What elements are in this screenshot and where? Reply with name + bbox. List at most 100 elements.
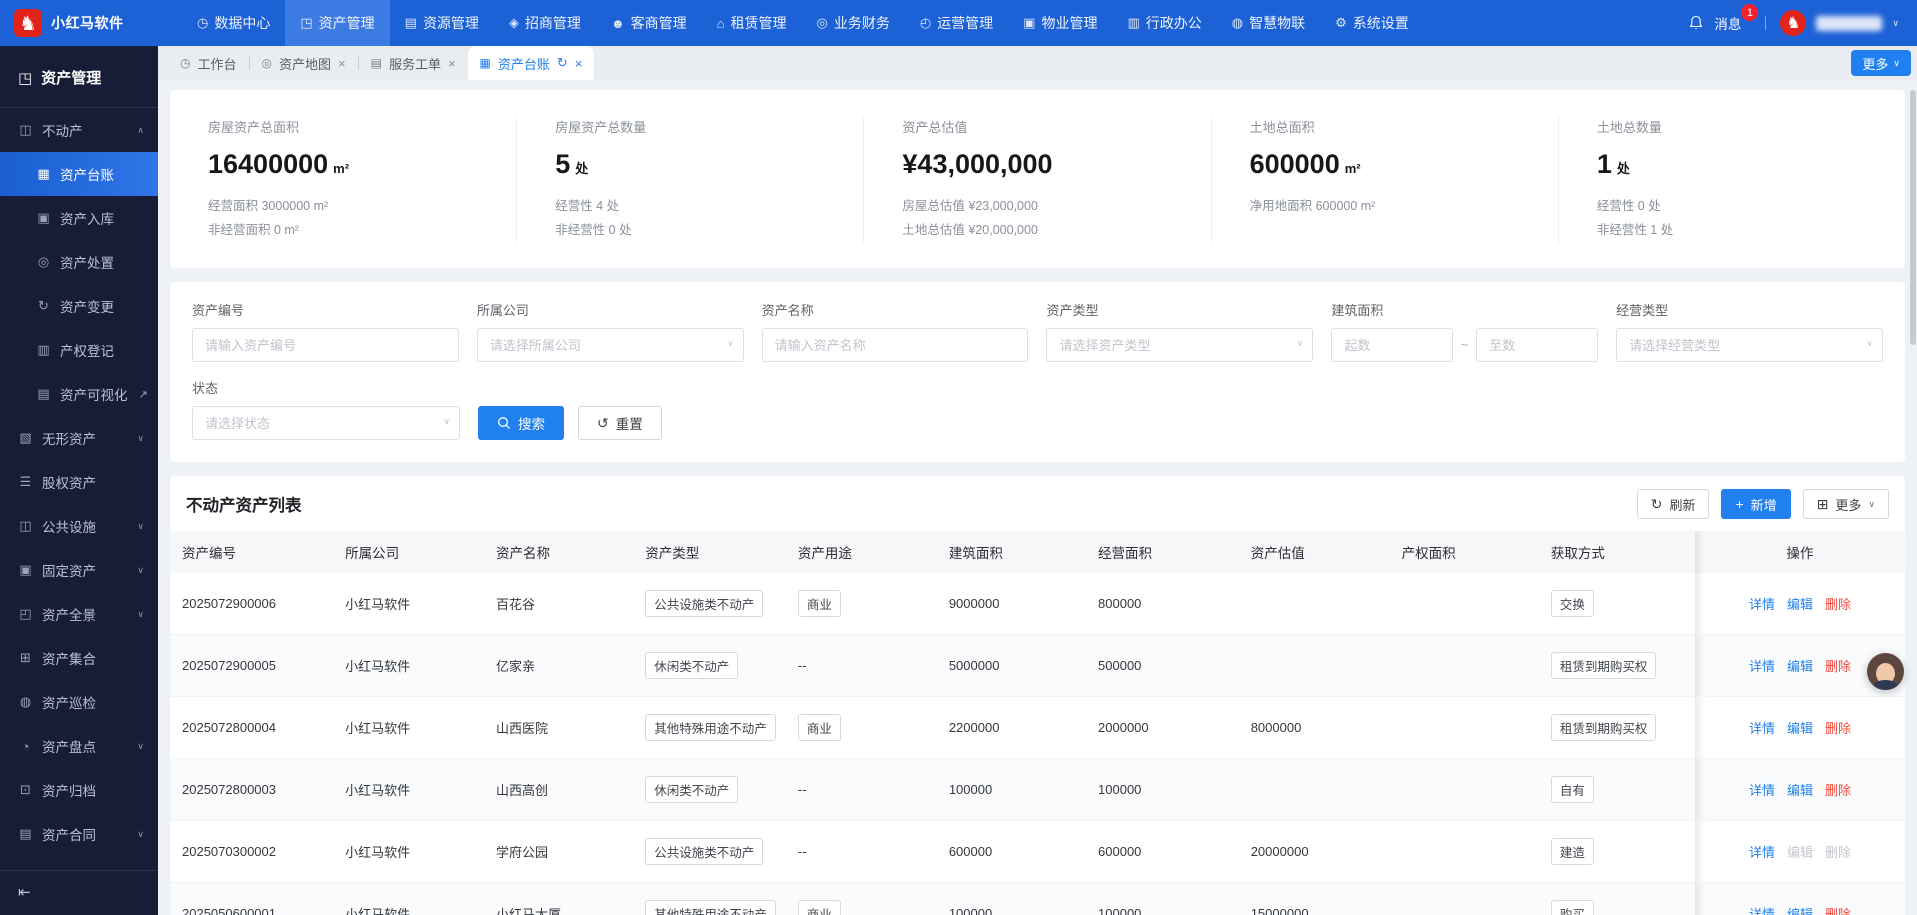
detail-link[interactable]: 详情 — [1749, 907, 1775, 915]
user-menu-caret-icon[interactable]: ∨ — [1892, 18, 1899, 29]
navbar-divider — [1765, 16, 1766, 30]
operation-type-select[interactable] — [1616, 328, 1883, 362]
detail-link[interactable]: 详情 — [1749, 597, 1775, 612]
sidebar-item-fixed-assets[interactable]: ▣固定资产∨ — [0, 548, 158, 592]
edit-link[interactable]: 编辑 — [1787, 659, 1813, 674]
table-row: 2025072800004 小红马软件 山西医院 其他特殊用途不动产 商业 22… — [170, 697, 1905, 759]
asset-type-select[interactable] — [1046, 328, 1313, 362]
edit-link[interactable]: 编辑 — [1787, 597, 1813, 612]
nav-item-system-settings[interactable]: ⚙系统设置 — [1320, 0, 1424, 46]
asset-name-input[interactable] — [762, 328, 1029, 362]
edit-link[interactable]: 编辑 — [1787, 783, 1813, 798]
sidebar-item-public-facilities[interactable]: ◫公共设施∨ — [0, 504, 158, 548]
edit-link[interactable]: 编辑 — [1787, 907, 1813, 915]
vertical-scrollbar-thumb[interactable] — [1910, 90, 1916, 345]
col-actions: 操作 — [1695, 531, 1905, 573]
messages-link[interactable]: 消息 1 — [1714, 13, 1751, 33]
asset-no-input[interactable] — [192, 328, 459, 362]
close-icon[interactable]: × — [575, 56, 583, 71]
nav-item-smart-iot[interactable]: ◍智慧物联 — [1217, 0, 1320, 46]
stat-card-house-count: 房屋资产总数量 5处 经营性 4 处非经营性 0 处 — [516, 117, 863, 243]
building-area-to-input[interactable] — [1476, 328, 1598, 362]
add-button[interactable]: +新增 — [1721, 489, 1790, 519]
sidebar-item-asset-archive[interactable]: ⊡资产归档 — [0, 768, 158, 812]
building-area-from-input[interactable] — [1331, 328, 1453, 362]
nav-item-merchant-management[interactable]: ☻客商管理 — [596, 0, 702, 46]
tab-service-order[interactable]: ▤服务工单× — [359, 46, 468, 80]
refresh-button[interactable]: ↻刷新 — [1637, 489, 1710, 519]
delete-link[interactable]: 删除 — [1825, 783, 1851, 798]
customer-service-avatar[interactable] — [1867, 653, 1904, 690]
sidebar-item-asset-visualization[interactable]: ▤资产可视化↗ — [0, 372, 158, 416]
close-icon[interactable]: × — [338, 56, 346, 71]
col-operating-area: 经营面积 — [1086, 531, 1239, 573]
detail-link[interactable]: 详情 — [1749, 783, 1775, 798]
sidebar-collapse-icon[interactable]: ⇤ — [0, 871, 158, 915]
status-select[interactable] — [192, 406, 460, 440]
sidebar-item-property-registration[interactable]: ▥产权登记 — [0, 328, 158, 372]
nav-item-lease-management[interactable]: ⌂租赁管理 — [702, 0, 802, 46]
nav-item-resource-management[interactable]: ▤资源管理 — [390, 0, 494, 46]
stat-value: 5处 — [555, 149, 825, 180]
grid-icon: ⊞ — [1817, 497, 1829, 511]
sidebar-item-asset-collection[interactable]: ⊞资产集合 — [0, 636, 158, 680]
detail-link[interactable]: 详情 — [1749, 845, 1775, 860]
delete-link[interactable]: 删除 — [1825, 845, 1851, 860]
sidebar-item-equity-assets[interactable]: ☰股权资产 — [0, 460, 158, 504]
sidebar-item-asset-ledger[interactable]: ▦资产台账 — [0, 152, 158, 196]
tabs-more-button[interactable]: 更多∨ — [1851, 50, 1911, 76]
data-center-icon: ◷ — [197, 15, 208, 31]
table-row: 2025072900005 小红马软件 亿家亲 休闲类不动产 -- 500000… — [170, 635, 1905, 697]
bell-icon[interactable] — [1688, 15, 1704, 31]
top-navbar: ♞ 小红马软件 ◷数据中心 ◳资产管理 ▤资源管理 ◈招商管理 ☻客商管理 ⌂租… — [0, 0, 1917, 46]
search-button[interactable]: 搜索 — [478, 406, 564, 440]
delete-link[interactable]: 删除 — [1825, 597, 1851, 612]
nav-item-property-management[interactable]: ▣物业管理 — [1008, 0, 1112, 46]
vertical-scrollbar[interactable] — [1909, 46, 1917, 915]
brand-name: 小红马软件 — [51, 13, 124, 33]
refresh-icon[interactable]: ↻ — [557, 55, 568, 71]
sidebar-item-asset-stocktake[interactable]: ◔资产盘点∨ — [0, 724, 158, 768]
user-avatar[interactable]: ♞ — [1780, 10, 1806, 36]
tab-workbench[interactable]: ◷工作台 — [168, 46, 249, 80]
nav-item-asset-management[interactable]: ◳资产管理 — [285, 0, 389, 46]
stat-label: 房屋资产总数量 — [555, 117, 825, 136]
tab-asset-ledger[interactable]: ▦资产台账↻× — [468, 46, 595, 80]
detail-link[interactable]: 详情 — [1749, 659, 1775, 674]
close-icon[interactable]: × — [448, 56, 456, 71]
nav-item-operation-management[interactable]: ◴运营管理 — [905, 0, 1008, 46]
stat-card-land-count: 土地总数量 1处 经营性 0 处非经营性 1 处 — [1558, 117, 1905, 243]
sidebar-item-intangible-assets[interactable]: ▧无形资产∨ — [0, 416, 158, 460]
field-asset-no: 资产编号 — [192, 300, 459, 362]
sidebar-item-asset-inspection[interactable]: ◍资产巡检 — [0, 680, 158, 724]
inspection-icon: ◍ — [18, 694, 33, 710]
brand-area: ♞ 小红马软件 — [0, 9, 158, 37]
nav-item-investment-management[interactable]: ◈招商管理 — [494, 0, 596, 46]
chevron-down-icon: ∨ — [1868, 499, 1875, 510]
company-select[interactable] — [477, 328, 744, 362]
ledger-icon: ▦ — [36, 166, 51, 182]
sidebar-item-asset-change[interactable]: ↻资产变更 — [0, 284, 158, 328]
delete-link[interactable]: 删除 — [1825, 907, 1851, 915]
nav-item-admin-office[interactable]: ▥行政办公 — [1112, 0, 1216, 46]
delete-link[interactable]: 删除 — [1825, 659, 1851, 674]
operation-management-icon: ◴ — [920, 15, 931, 31]
delete-link[interactable]: 删除 — [1825, 721, 1851, 736]
edit-link[interactable]: 编辑 — [1787, 721, 1813, 736]
nav-item-business-finance[interactable]: ◎业务财务 — [801, 0, 904, 46]
sidebar-item-asset-panorama[interactable]: ◰资产全景∨ — [0, 592, 158, 636]
sidebar-item-asset-contract[interactable]: ▤资产合同∨ — [0, 812, 158, 856]
lease-management-icon: ⌂ — [717, 16, 725, 31]
nav-item-data-center[interactable]: ◷数据中心 — [182, 0, 285, 46]
detail-link[interactable]: 详情 — [1749, 721, 1775, 736]
sidebar-item-asset-inbound[interactable]: ▣资产入库 — [0, 196, 158, 240]
sidebar-item-asset-disposal[interactable]: ◎资产处置 — [0, 240, 158, 284]
stat-value: ¥43,000,000 — [902, 149, 1172, 180]
inbound-icon: ▣ — [36, 210, 51, 226]
username-redacted — [1816, 16, 1882, 31]
more-button[interactable]: ⊞更多∨ — [1803, 489, 1889, 519]
reset-button[interactable]: ↺ 重置 — [578, 406, 662, 440]
tab-asset-map[interactable]: ◎资产地图× — [250, 46, 358, 80]
sidebar-item-real-estate[interactable]: ◫不动产∧ — [0, 108, 158, 152]
edit-link[interactable]: 编辑 — [1787, 845, 1813, 860]
